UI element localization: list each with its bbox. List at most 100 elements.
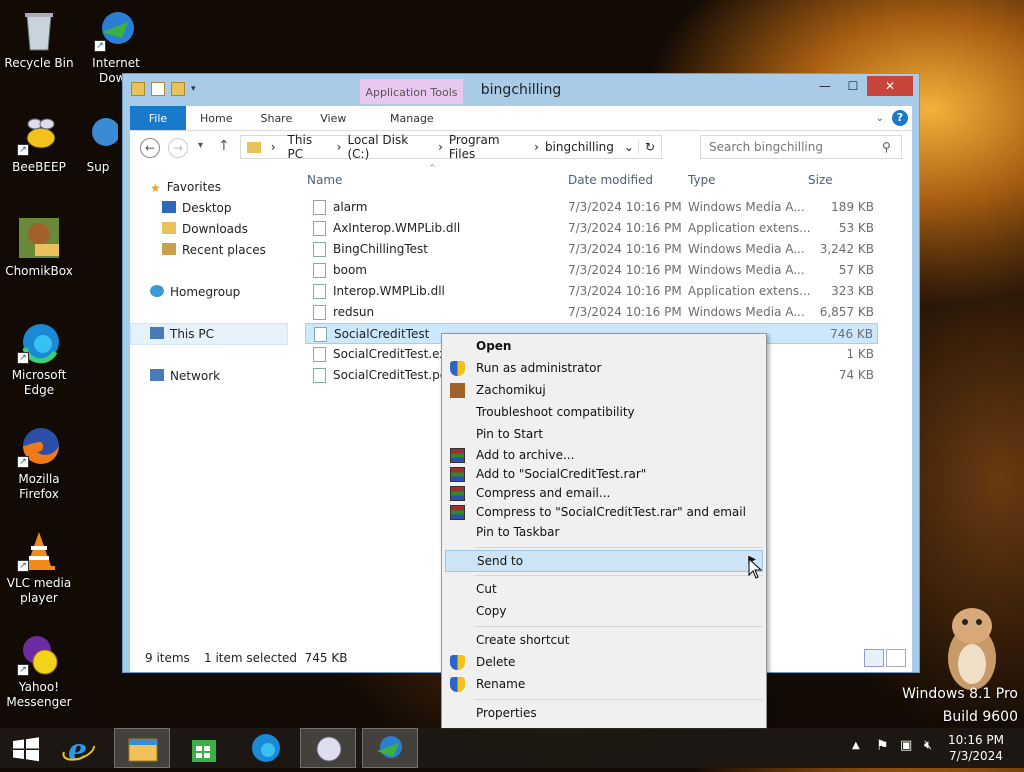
desktop-icon-label: Yahoo! Messenger — [6, 680, 72, 709]
menu-item-create-shortcut[interactable]: Create shortcut — [445, 630, 763, 652]
tab-share[interactable]: Share — [246, 106, 306, 130]
file-row[interactable]: redsun 7/3/2024 10:16 PM Windows Media A..… — [305, 302, 878, 323]
file-type: Windows Media A... — [688, 200, 805, 214]
address-dropdown-icon[interactable]: ⌄ — [620, 140, 638, 154]
file-type: Windows Media A... — [688, 242, 805, 256]
nav-homegroup[interactable]: Homegroup — [150, 285, 240, 299]
menu-separator — [474, 626, 763, 627]
recent-locations-chevron-icon[interactable]: ▾ — [198, 140, 203, 151]
search-icon[interactable]: ⚲ — [882, 140, 891, 154]
menu-item-cut[interactable]: Cut — [445, 579, 763, 601]
audio-file-icon — [313, 305, 326, 320]
file-name: alarm — [333, 200, 368, 214]
menu-item-pin-to-start[interactable]: Pin to Start — [445, 424, 763, 446]
show-hidden-icons-button[interactable]: ▲ — [852, 740, 860, 751]
taskbar-store[interactable] — [176, 728, 232, 768]
os-watermark: Windows 8.1 Pro — [902, 686, 1018, 702]
desktop-icon-sup[interactable]: Sup — [78, 112, 118, 175]
nav-favorites[interactable]: ★ Favorites — [150, 180, 221, 195]
nav-network[interactable]: Network — [150, 369, 220, 383]
expand-ribbon-icon[interactable]: ⌄ — [876, 106, 884, 131]
nav-this-pc[interactable]: This PC — [150, 327, 214, 341]
tab-manage[interactable]: Manage — [376, 106, 448, 131]
taskbar-app[interactable] — [300, 728, 356, 768]
breadcrumb-this-pc[interactable]: This PC — [282, 133, 337, 161]
menu-item-troubleshoot-compatibility[interactable]: Troubleshoot compatibility — [445, 402, 763, 424]
file-row[interactable]: alarm 7/3/2024 10:16 PM Windows Media A...… — [305, 197, 878, 218]
address-bar[interactable]: › This PC › Local Disk (C:) › Program Fi… — [240, 133, 662, 161]
desktop-icon-yahoo-messenger[interactable]: ↗ Yahoo! Messenger — [1, 632, 77, 710]
dll-file-icon — [313, 221, 326, 236]
desktop-icon-mozilla-firefox[interactable]: ↗ Mozilla Firefox — [1, 424, 77, 502]
menu-item-open[interactable]: Open — [445, 336, 763, 358]
downloads-icon — [162, 222, 176, 234]
taskbar-file-explorer[interactable] — [114, 728, 170, 768]
column-header-size[interactable]: Size — [808, 173, 833, 187]
audio-file-icon — [313, 242, 326, 257]
back-button[interactable]: ← — [140, 138, 160, 158]
file-row[interactable]: Interop.WMPLib.dll 7/3/2024 10:16 PM Appli… — [305, 281, 878, 302]
file-date: 7/3/2024 10:16 PM — [568, 221, 682, 235]
file-row[interactable]: BingChillingTest 7/3/2024 10:16 PM Windows… — [305, 239, 878, 260]
nav-downloads[interactable]: Downloads — [162, 222, 248, 236]
title-bar[interactable]: ▾ Application Tools bingchilling — ☐ ✕ — [123, 74, 919, 104]
volume-muted-icon[interactable]: 🔇︎ — [924, 738, 932, 753]
taskbar-internet-download-manager[interactable] — [362, 728, 418, 768]
help-icon[interactable]: ? — [892, 110, 908, 126]
menu-item-pin-to-taskbar[interactable]: Pin to Taskbar — [445, 522, 763, 544]
desktop-icon-recycle-bin[interactable]: Recycle Bin — [1, 8, 77, 71]
clock-date: 7/3/2024 — [949, 749, 1003, 763]
file-name: BingChillingTest — [333, 242, 428, 256]
taskbar-microsoft-edge[interactable] — [238, 728, 294, 768]
menu-item-delete[interactable]: Delete — [445, 652, 763, 674]
file-row[interactable]: AxInterop.WMPLib.dll 7/3/2024 10:16 PM App… — [305, 218, 878, 239]
start-button[interactable] — [0, 728, 52, 768]
column-header-name[interactable]: Name — [307, 173, 342, 187]
menu-item-copy[interactable]: Copy — [445, 601, 763, 623]
desktop-icon-vlc[interactable]: ↗ VLC media player — [1, 528, 77, 606]
edge-icon: ↗ — [17, 320, 61, 364]
breadcrumb-bingchilling[interactable]: bingchilling — [539, 140, 620, 154]
search-input[interactable]: Search bingchilling — [700, 135, 902, 159]
menu-item-run-as-administrator[interactable]: Run as administrator — [445, 358, 763, 380]
ribbon-tabs: File Home Share View Manage ⌄ ? — [130, 106, 912, 131]
taskbar-internet-explorer[interactable]: e — [52, 728, 108, 768]
file-date: 7/3/2024 10:16 PM — [568, 242, 682, 256]
menu-item-zachomikuj[interactable]: Zachomikuj — [445, 380, 763, 402]
file-size: 3,242 KB — [819, 242, 874, 256]
close-button[interactable]: ✕ — [867, 76, 913, 96]
up-button[interactable]: ↑ — [218, 138, 230, 154]
desktop-icon-chomikbox[interactable]: ChomikBox — [1, 216, 77, 279]
tab-file[interactable]: File — [130, 106, 186, 130]
minimize-button[interactable]: — — [811, 76, 839, 96]
tab-home[interactable]: Home — [186, 106, 246, 130]
desktop-icon-beebeep[interactable]: ↗ BeeBEEP — [1, 112, 77, 175]
breadcrumb-local-disk[interactable]: Local Disk (C:) — [341, 133, 438, 161]
winrar-icon — [450, 505, 465, 520]
file-row[interactable]: boom 7/3/2024 10:16 PM Windows Media A... 5… — [305, 260, 878, 281]
column-header-type[interactable]: Type — [688, 173, 716, 187]
menu-item-properties[interactable]: Properties — [445, 703, 763, 725]
app-icon — [78, 112, 118, 156]
maximize-button[interactable]: ☐ — [839, 76, 867, 96]
menu-item-send-to[interactable]: Send to ▶ — [445, 550, 763, 572]
network-icon[interactable]: ▣ — [900, 738, 912, 753]
desktop-icon-microsoft-edge[interactable]: ↗ Microsoft Edge — [1, 320, 77, 398]
menu-item-rename[interactable]: Rename — [445, 674, 763, 696]
breadcrumb-program-files[interactable]: Program Files — [443, 133, 534, 161]
recent-places-icon — [162, 243, 176, 255]
column-header-date[interactable]: Date modified — [568, 173, 653, 187]
navigation-pane: ★ Favorites Desktop Downloads Recent plac… — [130, 165, 288, 642]
details-view-button[interactable] — [864, 649, 884, 667]
action-center-flag-icon[interactable]: ⚑ — [876, 738, 889, 754]
file-name: redsun — [333, 305, 375, 319]
refresh-icon[interactable]: ↻ — [637, 140, 661, 154]
system-clock[interactable]: 10:16 PM 7/3/2024 — [948, 732, 1004, 764]
menu-item-compress-to-rar-and-email[interactable]: Compress to "SocialCreditTest.rar" and e… — [445, 502, 763, 524]
large-icons-view-button[interactable] — [886, 649, 906, 667]
forward-button[interactable]: → — [168, 138, 188, 158]
nav-recent-places[interactable]: Recent places — [162, 243, 266, 257]
status-selection: 1 item selected 745 KB — [204, 651, 348, 665]
tab-view[interactable]: View — [306, 106, 360, 130]
nav-desktop[interactable]: Desktop — [162, 201, 232, 215]
